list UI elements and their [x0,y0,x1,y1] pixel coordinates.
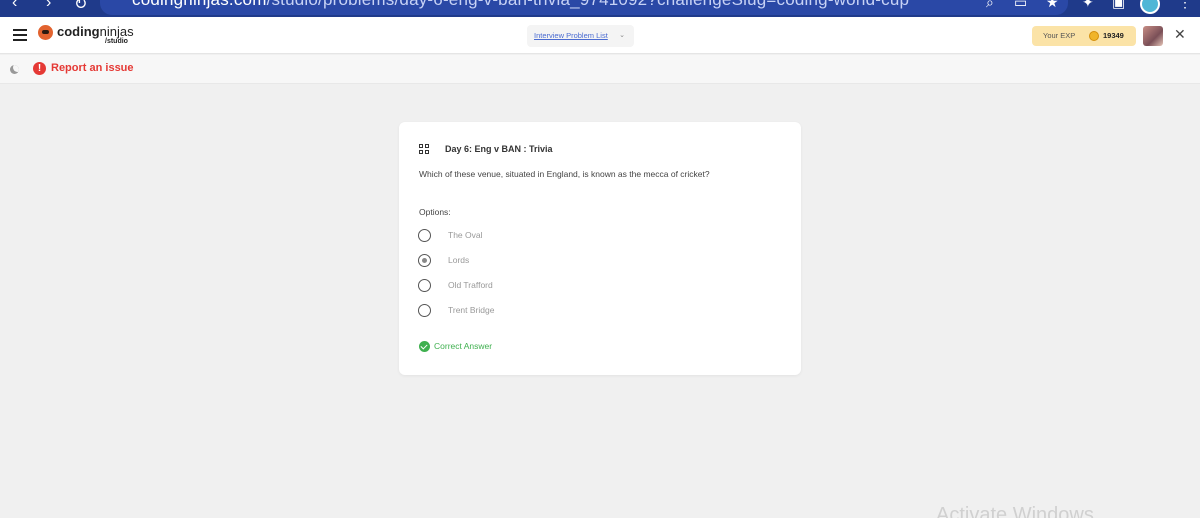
browser-menu-icon[interactable]: ⋮ [1178,0,1192,11]
option-label: Lords [448,255,470,265]
url-path: /studio/problems/day-6-eng-v-ban-trivia_… [267,0,910,9]
bookmark-star-icon[interactable]: ★ [1046,0,1059,11]
question-text: Which of these venue, situated in Englan… [419,169,710,179]
activate-windows-watermark: Activate Windows [936,504,1094,518]
logo-sub: /studio [105,38,128,45]
coding-ninjas-logo-icon[interactable] [38,25,53,40]
question-title: Day 6: Eng v BAN : Trivia [445,144,553,154]
result-label: Correct Answer [434,341,493,351]
option-the-oval[interactable]: The Oval [418,229,568,243]
option-lords[interactable]: Lords [418,254,568,268]
close-icon[interactable]: ✕ [1174,26,1186,43]
user-avatar[interactable] [1143,26,1163,46]
logo-secondary: ninjas [99,24,134,39]
options-heading: Options: [419,207,451,217]
radio-button[interactable] [418,304,431,317]
exp-label: Your EXP [1043,31,1076,40]
search-icon[interactable]: ⌕ [986,0,994,11]
theme-toggle-moon-icon[interactable] [10,65,19,74]
option-trent-bridge[interactable]: Trent Bridge [418,304,568,318]
coin-icon [1089,31,1099,41]
option-label: The Oval [448,230,483,240]
check-circle-icon [419,341,430,352]
forward-icon[interactable]: › [46,0,51,12]
exp-value: 19349 [1103,31,1124,40]
question-card: Day 6: Eng v BAN : Trivia Which of these… [399,122,801,375]
question-grid-icon [419,144,430,155]
chevron-down-icon: ⌄ [619,32,625,39]
radio-button-selected[interactable] [418,254,431,267]
option-old-trafford[interactable]: Old Trafford [418,279,568,293]
logo-text[interactable]: codingninjas [57,24,134,39]
reload-icon[interactable]: ↻ [74,0,87,14]
radio-button[interactable] [418,229,431,242]
option-label: Old Trafford [448,280,493,290]
window-icon[interactable]: ▣ [1112,0,1125,11]
url-text[interactable]: codingninjas.com/studio/problems/day-6-e… [132,0,909,10]
radio-button[interactable] [418,279,431,292]
app-header: codingninjas /studio Interview Problem L… [0,17,1200,54]
back-icon[interactable]: ‹ [12,0,17,12]
report-issue-label: Report an issue [51,62,134,74]
sub-toolbar: ! Report an issue [0,55,1200,84]
interview-problem-list-dropdown[interactable]: Interview Problem List ⌄ [527,25,634,47]
browser-toolbar: ‹ › ↻ codingninjas.com/studio/problems/d… [0,0,1200,17]
extensions-icon[interactable]: ✦ [1082,0,1094,11]
logo-primary: coding [57,24,100,39]
url-host: codingninjas.com [132,0,267,9]
share-icon[interactable]: ▭ [1014,0,1027,11]
option-label: Trent Bridge [448,305,495,315]
alert-icon: ! [33,62,46,75]
problem-list-label: Interview Problem List [534,31,608,40]
hamburger-menu-icon[interactable] [13,29,27,41]
browser-profile-avatar[interactable] [1140,0,1160,14]
exp-badge: Your EXP 19349 [1032,26,1136,46]
